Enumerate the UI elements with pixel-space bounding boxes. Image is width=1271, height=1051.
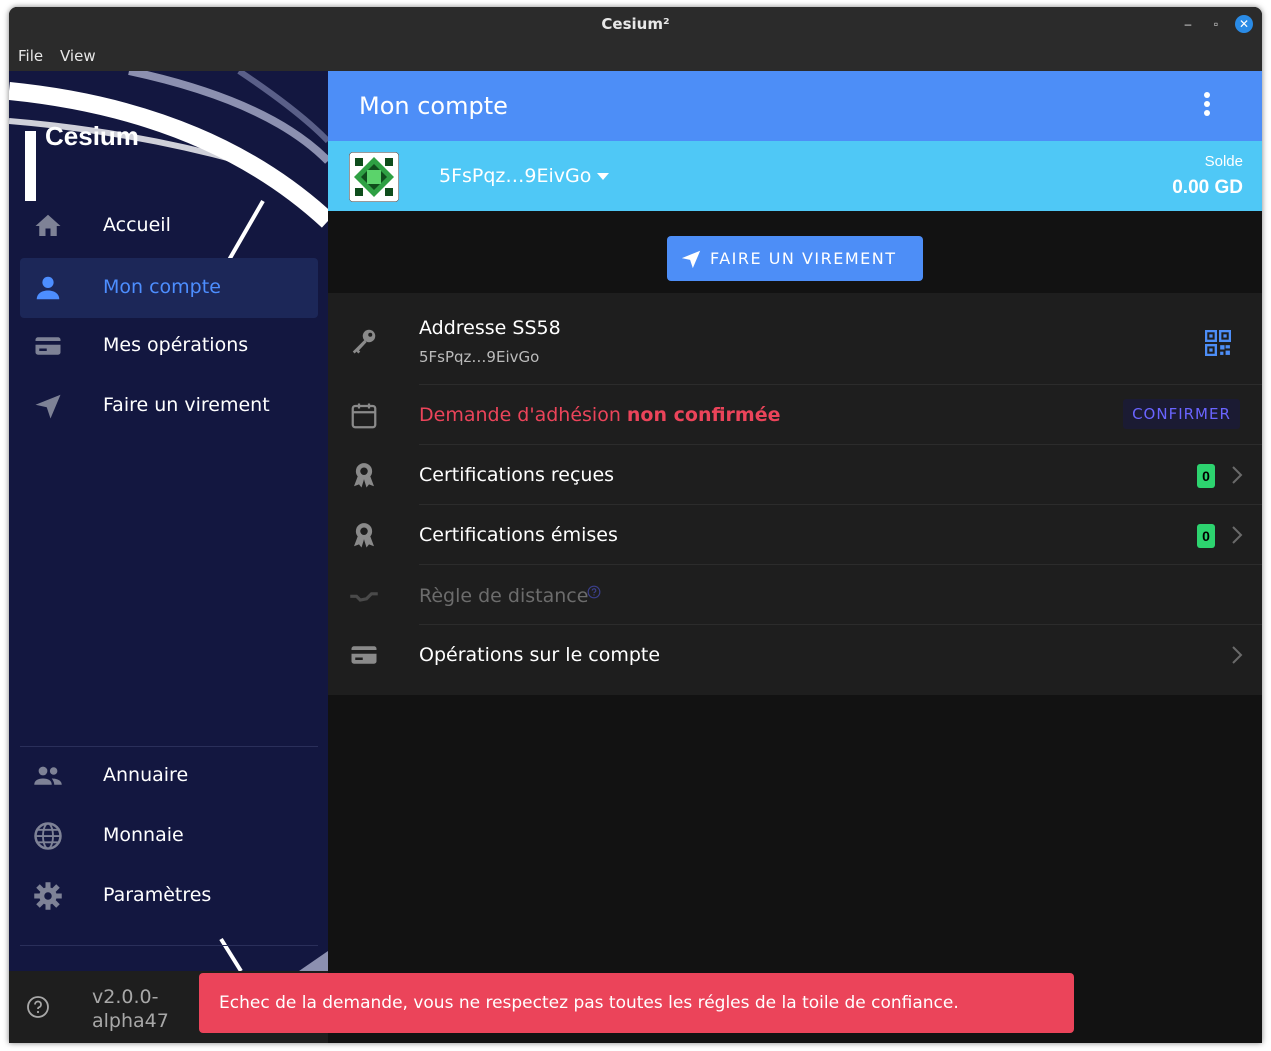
cert-received-badge: 0 — [1197, 464, 1215, 488]
help-circle-icon[interactable] — [587, 585, 601, 599]
avatar — [349, 152, 399, 202]
sidebar-item-label: Monnaie — [103, 824, 184, 846]
card-icon — [351, 646, 377, 664]
sidebar-item-mes-operations[interactable]: Mes opérations — [20, 316, 318, 376]
account-selector[interactable]: 5FsPqz…9EivGo — [439, 165, 610, 187]
list-item-cert-received[interactable]: Certifications reçues 0 — [328, 445, 1262, 505]
app-version: v2.0.0-alpha47 — [92, 986, 169, 1032]
card-icon — [35, 337, 61, 355]
chevron-right-icon — [1232, 646, 1243, 664]
menu-file[interactable]: File — [18, 47, 43, 65]
membership-status: Demande d'adhésion non confirmée — [419, 404, 781, 426]
confirm-button[interactable]: CONFIRMER — [1123, 399, 1240, 429]
balance-label: Solde — [1204, 153, 1243, 170]
sidebar-item-label: Paramètres — [103, 884, 212, 906]
app-logo: Cesium — [45, 121, 139, 151]
sidebar-item-parametres[interactable]: Paramètres — [20, 866, 318, 926]
sidebar-item-annuaire[interactable]: Annuaire — [20, 746, 318, 806]
error-toast[interactable]: Echec de la demande, vous ne respectez p… — [199, 973, 1074, 1033]
cert-received-label: Certifications reçues — [419, 464, 615, 486]
minimize-button[interactable]: – — [1179, 15, 1197, 33]
account-header: 5FsPqz…9EivGo Solde 0.00 GD — [328, 141, 1262, 211]
pulse-icon — [350, 592, 378, 602]
maximize-button[interactable]: ▫ — [1207, 15, 1225, 33]
sidebar-divider — [20, 945, 318, 946]
app-window: Cesium² – ▫ ✕ File View Cesium Accueil M… — [9, 7, 1262, 1043]
ribbon-icon — [354, 463, 374, 488]
page-title: Mon compte — [359, 92, 508, 120]
sidebar-item-label: Annuaire — [103, 764, 189, 786]
chevron-right-icon — [1232, 466, 1243, 484]
account-details-list: Addresse SS58 5FsPqz…9EivGo Demande d'ad… — [328, 293, 1262, 695]
sidebar-item-label: Mes opérations — [103, 334, 249, 356]
ribbon-icon — [354, 523, 374, 548]
sidebar-item-monnaie[interactable]: Monnaie — [20, 806, 318, 866]
chevron-right-icon — [1232, 526, 1243, 544]
list-item-address[interactable]: Addresse SS58 5FsPqz…9EivGo — [328, 293, 1262, 385]
account-name: 5FsPqz…9EivGo — [439, 165, 592, 187]
settings-icon — [34, 882, 62, 910]
person-icon — [36, 276, 60, 300]
cert-issued-badge: 0 — [1197, 524, 1215, 548]
title-bar: Cesium² – ▫ ✕ — [9, 7, 1262, 40]
close-button[interactable]: ✕ — [1235, 15, 1253, 33]
list-item-operations[interactable]: Opérations sur le compte — [328, 625, 1262, 685]
sidebar-item-accueil[interactable]: Accueil — [20, 196, 318, 256]
address-value: 5FsPqz…9EivGo — [419, 348, 540, 366]
menu-view[interactable]: View — [60, 47, 96, 65]
toast-message: Echec de la demande, vous ne respectez p… — [219, 993, 959, 1013]
sidebar-item-label: Mon compte — [103, 276, 221, 298]
sidebar-item-mon-compte[interactable]: Mon compte — [20, 258, 318, 318]
home-icon — [35, 214, 61, 236]
transfer-button[interactable]: FAIRE UN VIREMENT — [667, 236, 923, 281]
send-icon — [681, 250, 701, 269]
sidebar-item-label: Faire un virement — [103, 394, 270, 416]
more-menu-icon[interactable] — [1194, 91, 1220, 121]
operations-label: Opérations sur le compte — [419, 644, 661, 666]
calendar-icon — [351, 403, 377, 429]
send-icon — [35, 394, 61, 419]
list-item-cert-issued[interactable]: Certifications émises 0 — [328, 505, 1262, 565]
help-icon[interactable] — [26, 995, 50, 1019]
window-title: Cesium² — [601, 15, 670, 33]
globe-icon — [34, 822, 62, 850]
toolbar: Mon compte — [328, 71, 1262, 141]
list-item-membership: Demande d'adhésion non confirmée CONFIRM… — [328, 385, 1262, 445]
sidebar-item-faire-un-virement[interactable]: Faire un virement — [20, 376, 318, 436]
sidebar: Cesium Accueil Mon compte Mes opérations… — [9, 71, 328, 971]
main-content: Mon compte 5FsPqz…9EivGo Solde 0.00 GD F… — [328, 71, 1262, 1043]
list-item-distance: Règle de distance — [328, 565, 1262, 625]
membership-status-bold: non confirmée — [626, 404, 781, 426]
transfer-button-label: FAIRE UN VIREMENT — [710, 249, 897, 268]
logo-bar — [25, 131, 36, 201]
qrcode-icon[interactable] — [1205, 330, 1231, 356]
menu-bar: File View — [9, 40, 1262, 71]
caret-down-icon — [597, 173, 610, 180]
membership-status-prefix: Demande d'adhésion — [419, 404, 627, 426]
balance-value: 0.00 GD — [1172, 177, 1243, 198]
address-title: Addresse SS58 — [419, 317, 561, 339]
people-icon — [34, 766, 62, 785]
cert-issued-label: Certifications émises — [419, 524, 618, 546]
key-icon — [352, 329, 376, 354]
sidebar-item-label: Accueil — [103, 214, 171, 236]
distance-label: Règle de distance — [419, 585, 589, 607]
